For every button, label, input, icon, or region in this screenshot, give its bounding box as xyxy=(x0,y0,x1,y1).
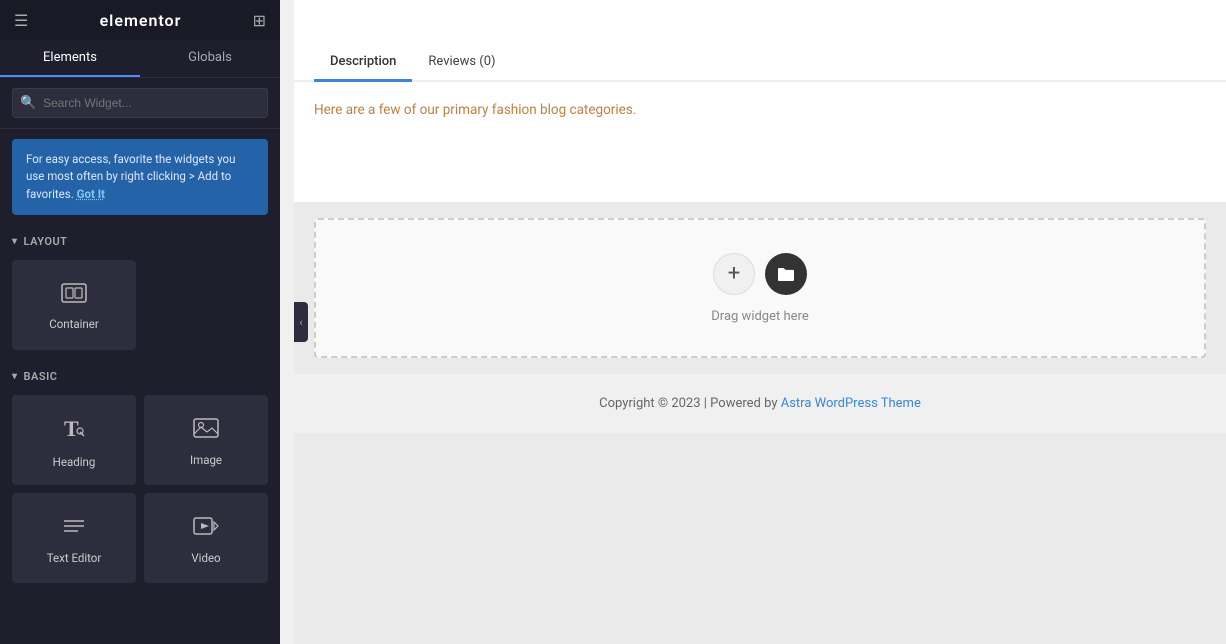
product-content: Here are a few of our primary fashion bl… xyxy=(294,82,1226,202)
tab-elements[interactable]: Elements xyxy=(0,40,140,77)
template-library-button[interactable] xyxy=(765,253,807,295)
app-title: elementor xyxy=(100,11,182,30)
layout-arrow-icon: ▾ xyxy=(12,236,18,247)
widget-text-editor[interactable]: Text Editor xyxy=(12,493,136,583)
widget-container[interactable]: Container xyxy=(12,260,136,350)
widget-heading[interactable]: T Heading xyxy=(12,395,136,485)
basic-widgets-grid: T Heading Image xyxy=(0,389,280,593)
sidebar-collapse-handle[interactable]: ‹ xyxy=(294,302,308,342)
product-tabs: Description Reviews (0) xyxy=(294,40,1226,82)
footer-text: Copyright © 2023 | Powered by xyxy=(599,396,781,411)
widget-heading-label: Heading xyxy=(53,455,96,469)
footer-link[interactable]: Astra WordPress Theme xyxy=(781,396,921,411)
sidebar-header: ☰ elementor ⊞ xyxy=(0,0,280,40)
basic-label: Basic xyxy=(24,370,58,383)
tip-banner: For easy access, favorite the widgets yo… xyxy=(12,139,268,215)
video-icon xyxy=(192,514,220,543)
page-top-bar xyxy=(294,0,1226,40)
search-input[interactable] xyxy=(12,88,268,118)
widget-video[interactable]: Video xyxy=(144,493,268,583)
basic-section-label: ▾ Basic xyxy=(0,360,280,389)
tab-globals[interactable]: Globals xyxy=(140,40,280,77)
sidebar-search-area: 🔍 xyxy=(0,78,280,129)
main-canvas: Description Reviews (0) Here are a few o… xyxy=(294,0,1226,644)
tab-reviews[interactable]: Reviews (0) xyxy=(412,40,511,82)
widget-text-editor-label: Text Editor xyxy=(47,551,102,565)
layout-section-label: ▾ Layout xyxy=(0,225,280,254)
hamburger-icon[interactable]: ☰ xyxy=(14,11,28,30)
description-text: Here are a few of our primary fashion bl… xyxy=(314,102,1206,118)
got-it-button[interactable]: Got It xyxy=(77,187,105,201)
tab-description[interactable]: Description xyxy=(314,40,412,82)
image-icon xyxy=(192,416,220,445)
layout-widgets-grid: Container xyxy=(0,254,280,360)
tip-text: For easy access, favorite the widgets yo… xyxy=(26,152,235,201)
text-editor-icon xyxy=(60,514,88,543)
svg-text:T: T xyxy=(64,416,79,441)
widget-image-label: Image xyxy=(190,453,222,467)
drag-widget-label: Drag widget here xyxy=(711,309,808,324)
widget-image[interactable]: Image xyxy=(144,395,268,485)
sidebar: ☰ elementor ⊞ Elements Globals 🔍 For eas… xyxy=(0,0,280,644)
container-icon xyxy=(60,282,88,309)
sidebar-tabs: Elements Globals xyxy=(0,40,280,78)
layout-label: Layout xyxy=(24,235,68,248)
add-widget-button[interactable]: + xyxy=(713,253,755,295)
page-footer: Copyright © 2023 | Powered by Astra Word… xyxy=(294,374,1226,433)
heading-icon: T xyxy=(60,414,88,447)
canvas-scroll-area: Description Reviews (0) Here are a few o… xyxy=(294,0,1226,644)
drag-widget-buttons: + xyxy=(713,253,807,295)
drag-widget-zone[interactable]: + Drag widget here xyxy=(314,218,1206,358)
widget-container-label: Container xyxy=(49,317,99,331)
grid-icon[interactable]: ⊞ xyxy=(253,11,266,30)
basic-arrow-icon: ▾ xyxy=(12,371,18,382)
search-icon: 🔍 xyxy=(20,96,36,111)
widget-video-label: Video xyxy=(191,551,220,565)
